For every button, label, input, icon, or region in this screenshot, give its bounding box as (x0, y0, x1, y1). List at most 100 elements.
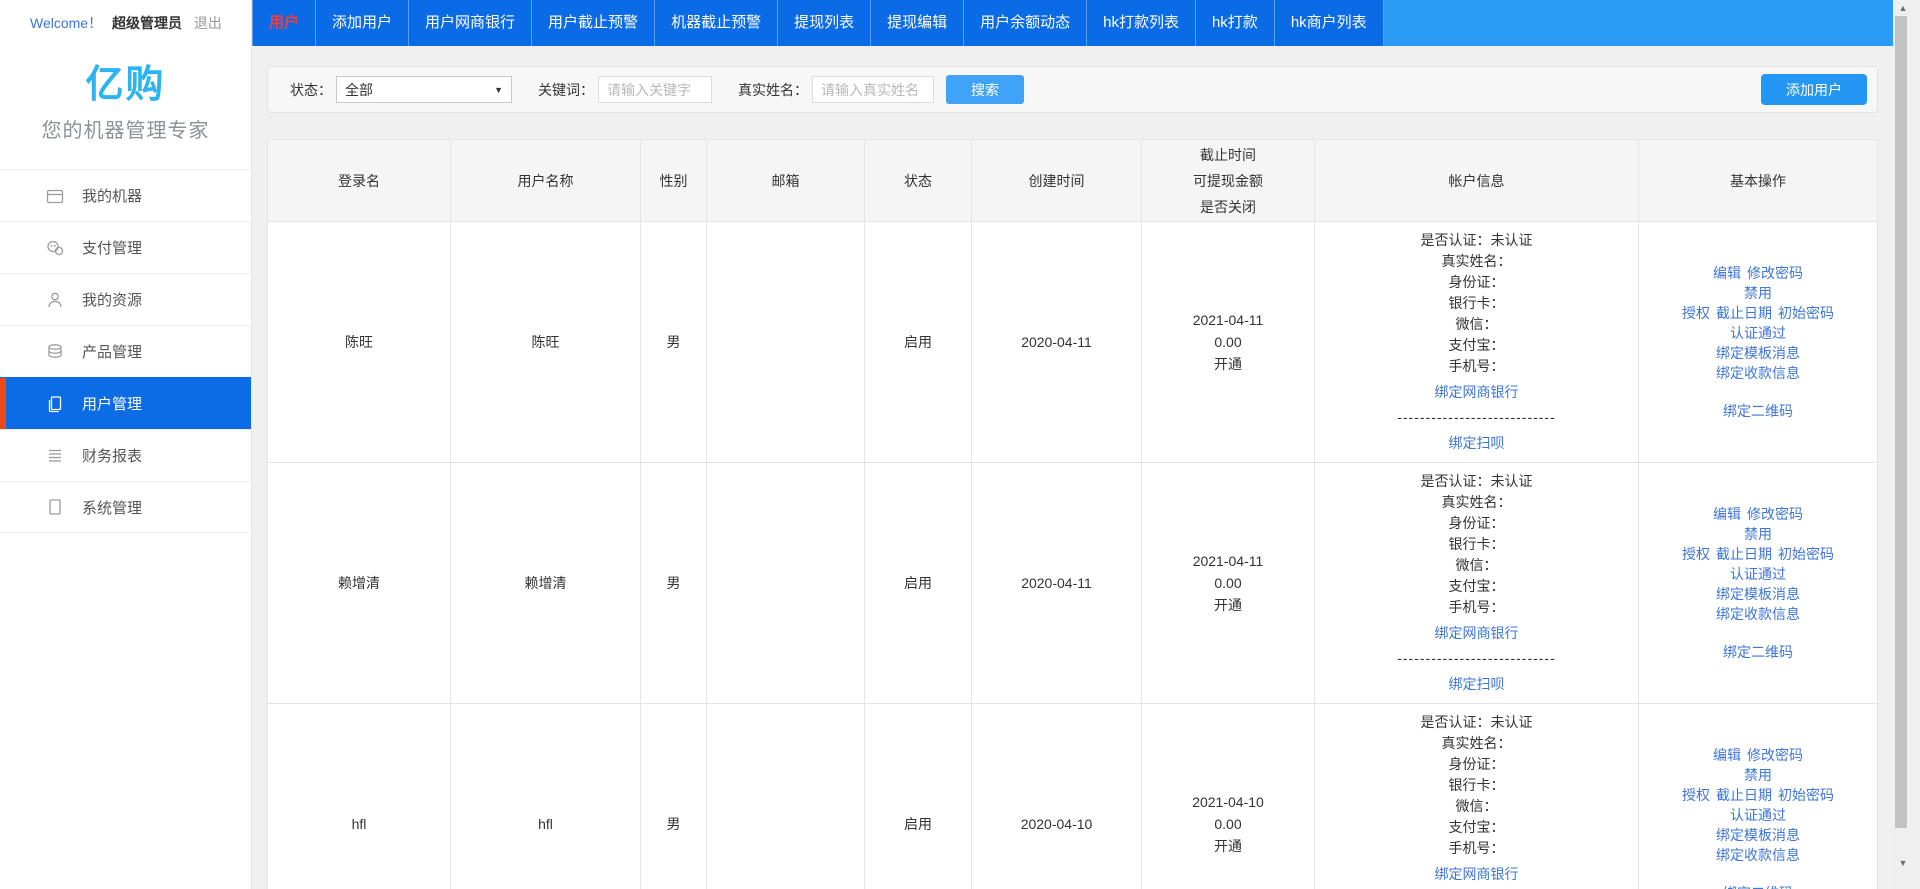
col-header-line: 截止时间 (1142, 142, 1314, 168)
deadline-link[interactable]: 截止日期 (1716, 305, 1772, 321)
nav-tab-3[interactable]: 用户网商银行 (409, 0, 532, 46)
modify-password-link[interactable]: 修改密码 (1747, 506, 1803, 522)
bind-bank-link[interactable]: 绑定网商银行 (1435, 384, 1519, 400)
deadline-link[interactable]: 截止日期 (1716, 787, 1772, 803)
cell-created: 2020-04-10 (972, 704, 1142, 889)
account-link-line: 绑定网商银行 (1319, 382, 1634, 403)
sidebar-item-3[interactable]: 我的资源 (0, 273, 251, 325)
logo: 亿购 (0, 53, 251, 108)
nav-tab-11[interactable]: hk商户列表 (1275, 0, 1384, 46)
cell-email (707, 222, 865, 463)
account-info-line: 支付宝： (1319, 335, 1634, 356)
status-label: 状态： (290, 80, 332, 100)
operations-line: 绑定收款信息 (1643, 604, 1873, 624)
cell-created: 2020-04-11 (972, 222, 1142, 463)
disable-link[interactable]: 禁用 (1744, 526, 1772, 542)
nav-tab-1[interactable]: 用户 (253, 0, 316, 46)
sidebar-item-7[interactable]: 系统管理 (0, 481, 251, 533)
edit-link[interactable]: 编辑 (1713, 747, 1741, 763)
bind-qrcode-link[interactable]: 绑定二维码 (1723, 885, 1793, 889)
search-button[interactable]: 搜索 (946, 75, 1024, 104)
bind-qrcode-link[interactable]: 绑定二维码 (1723, 644, 1793, 660)
authorize-link[interactable]: 授权 (1682, 787, 1710, 803)
welcome-row: Welcome！ 超级管理员 退出 (0, 0, 251, 33)
auth-pass-link[interactable]: 认证通过 (1730, 325, 1786, 341)
account-info-line: 手机号： (1319, 838, 1634, 859)
initial-password-link[interactable]: 初始密码 (1778, 787, 1834, 803)
cell-gender: 男 (641, 463, 707, 704)
account-info-line: 银行卡： (1319, 534, 1634, 555)
nav-tab-5[interactable]: 机器截止预警 (655, 0, 778, 46)
finance-icon (44, 445, 66, 467)
sidebar-item-2[interactable]: 支付管理 (0, 221, 251, 273)
sidebar-item-6[interactable]: 财务报表 (0, 429, 251, 481)
edit-link[interactable]: 编辑 (1713, 506, 1741, 522)
bind-saobei-link[interactable]: 绑定扫呗 (1449, 676, 1505, 692)
auth-pass-link[interactable]: 认证通过 (1730, 566, 1786, 582)
nav-tab-6[interactable]: 提现列表 (778, 0, 871, 46)
authorize-link[interactable]: 授权 (1682, 546, 1710, 562)
sidebar-menu: 我的机器支付管理我的资源产品管理用户管理财务报表系统管理 (0, 169, 251, 533)
sidebar-item-label: 财务报表 (82, 445, 142, 466)
edit-link[interactable]: 编辑 (1713, 265, 1741, 281)
realname-input[interactable] (812, 76, 934, 103)
nav-tab-4[interactable]: 用户截止预警 (532, 0, 655, 46)
cell-deadline: 2021-04-110.00开通 (1142, 463, 1315, 704)
logout-link[interactable]: 退出 (194, 15, 222, 31)
initial-password-link[interactable]: 初始密码 (1778, 546, 1834, 562)
bind-payment-info-link[interactable]: 绑定收款信息 (1716, 365, 1800, 381)
operations-line: 授权截止日期初始密码 (1643, 785, 1873, 805)
nav-tab-9[interactable]: hk打款列表 (1087, 0, 1196, 46)
auth-pass-link[interactable]: 认证通过 (1730, 807, 1786, 823)
bind-template-message-link[interactable]: 绑定模板消息 (1716, 827, 1800, 843)
modify-password-link[interactable]: 修改密码 (1747, 265, 1803, 281)
deadline-link[interactable]: 截止日期 (1716, 546, 1772, 562)
sidebar-item-label: 产品管理 (82, 341, 142, 362)
col-header-login: 登录名 (268, 140, 451, 222)
bind-payment-info-link[interactable]: 绑定收款信息 (1716, 847, 1800, 863)
cell-username: 赖增清 (451, 463, 641, 704)
bind-payment-info-link[interactable]: 绑定收款信息 (1716, 606, 1800, 622)
nav-tab-8[interactable]: 用户余额动态 (964, 0, 1087, 46)
modify-password-link[interactable]: 修改密码 (1747, 747, 1803, 763)
col-header-deadline: 截止时间可提现金额是否关闭 (1142, 140, 1315, 222)
nav-tab-7[interactable]: 提现编辑 (871, 0, 964, 46)
scroll-down-icon[interactable]: ▼ (1897, 858, 1909, 868)
keyword-input[interactable] (598, 76, 712, 103)
col-header-status: 状态 (865, 140, 972, 222)
disable-link[interactable]: 禁用 (1744, 285, 1772, 301)
nav-tab-10[interactable]: hk打款 (1196, 0, 1275, 46)
bind-template-message-link[interactable]: 绑定模板消息 (1716, 345, 1800, 361)
operations-line: 禁用 (1643, 283, 1873, 303)
cell-operations: 编辑修改密码禁用授权截止日期初始密码认证通过绑定模板消息绑定收款信息绑定二维码 (1639, 222, 1878, 463)
operations-line: 绑定收款信息 (1643, 845, 1873, 865)
dashed-divider: ---------------------------- (1319, 407, 1634, 428)
initial-password-link[interactable]: 初始密码 (1778, 305, 1834, 321)
bind-template-message-link[interactable]: 绑定模板消息 (1716, 586, 1800, 602)
sidebar-item-4[interactable]: 产品管理 (0, 325, 251, 377)
scrollbar-thumb[interactable] (1895, 16, 1907, 828)
account-info-line: 身份证： (1319, 272, 1634, 293)
sidebar-item-1[interactable]: 我的机器 (0, 169, 251, 221)
operations-line: 绑定二维码 (1643, 642, 1873, 662)
authorize-link[interactable]: 授权 (1682, 305, 1710, 321)
col-header-line: 是否关闭 (1142, 194, 1314, 220)
operations-line: 编辑修改密码 (1643, 504, 1873, 524)
scroll-up-icon[interactable]: ▲ (1897, 3, 1909, 13)
add-user-button[interactable]: 添加用户 (1761, 74, 1867, 105)
table-row: 赖增清赖增清男启用2020-04-112021-04-110.00开通是否认证：… (268, 463, 1878, 704)
bind-qrcode-link[interactable]: 绑定二维码 (1723, 403, 1793, 419)
bind-saobei-link[interactable]: 绑定扫呗 (1449, 435, 1505, 451)
sidebar-item-label: 系统管理 (82, 497, 142, 518)
status-select[interactable]: 全部 ▼ (336, 76, 512, 103)
nav-tab-2[interactable]: 添加用户 (316, 0, 409, 46)
bind-bank-link[interactable]: 绑定网商银行 (1435, 625, 1519, 641)
operations-line: 授权截止日期初始密码 (1643, 303, 1873, 323)
vertical-scrollbar[interactable]: ▲ ▼ (1893, 0, 1920, 889)
users-table: 登录名用户名称性别邮箱状态创建时间截止时间可提现金额是否关闭帐户信息基本操作 陈… (267, 139, 1878, 889)
sidebar-item-5[interactable]: 用户管理 (0, 377, 251, 429)
account-info-line: 支付宝： (1319, 817, 1634, 838)
bind-bank-link[interactable]: 绑定网商银行 (1435, 866, 1519, 882)
keyword-label: 关键词： (538, 80, 594, 100)
disable-link[interactable]: 禁用 (1744, 767, 1772, 783)
